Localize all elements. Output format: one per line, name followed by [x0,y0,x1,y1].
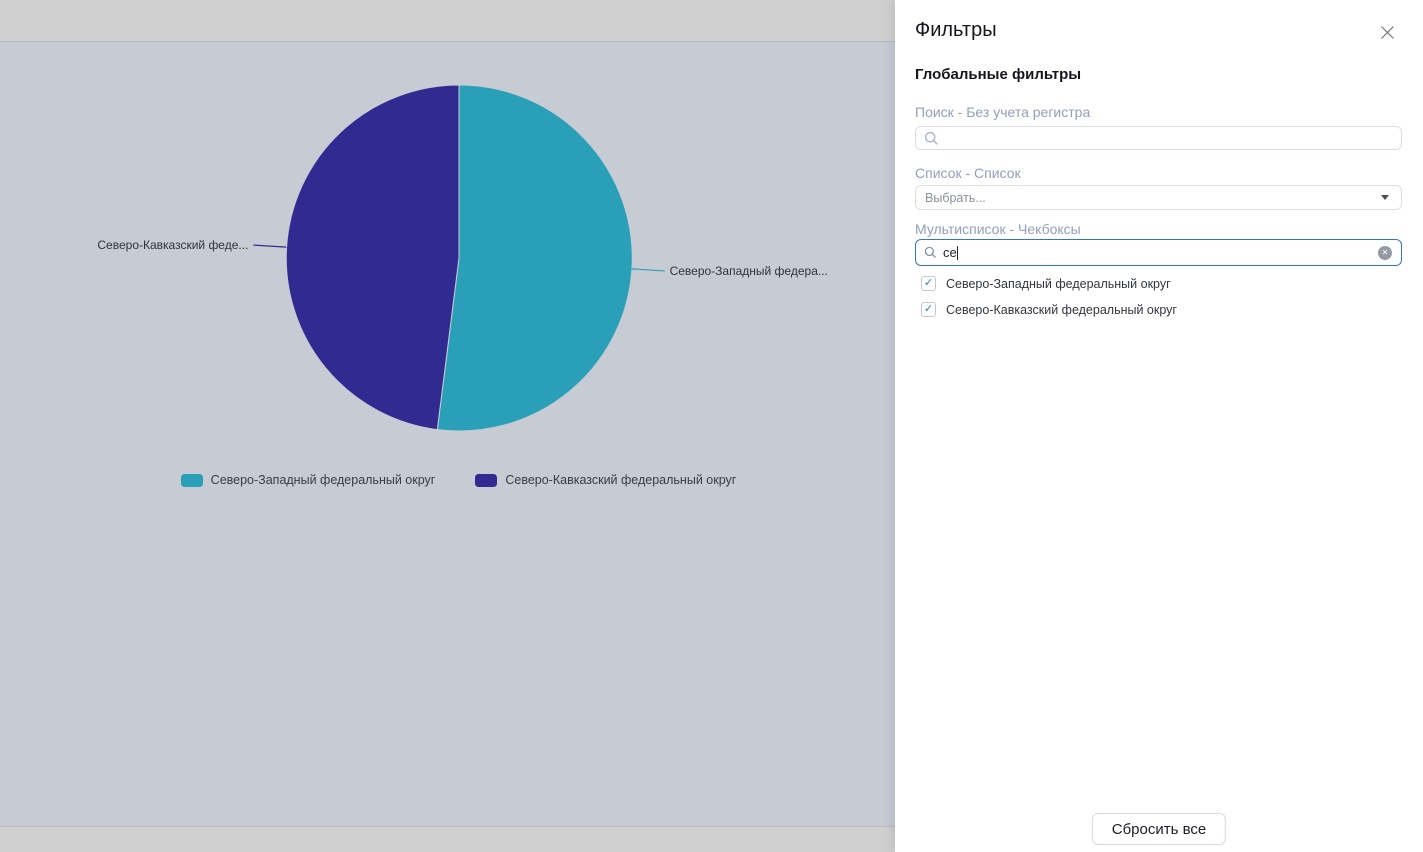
pie-chart[interactable]: Северо-Западный федера... Северо-Кавказск… [0,42,895,826]
multiselect-search-input[interactable]: се ✕ [915,239,1402,266]
filters-panel: Фильтры Глобальные фильтры Поиск - Без у… [895,0,1423,852]
panel-title: Фильтры [915,19,997,42]
checkbox: ✓ [921,276,936,291]
legend-item[interactable]: Северо-Западный федеральный округ [181,473,436,487]
checkbox-label: Северо-Кавказский федеральный округ [946,303,1177,317]
chart-legend: Северо-Западный федеральный округ Северо… [11,473,906,487]
select-placeholder: Выбрать... [925,191,1381,205]
filter-label-search: Поиск - Без учета регистра [915,104,1090,120]
close-icon[interactable] [1378,23,1396,41]
clear-icon[interactable]: ✕ [1378,246,1392,260]
search-input[interactable] [915,126,1402,150]
legend-swatch [181,474,203,487]
check-icon: ✓ [924,278,933,289]
legend-swatch [475,474,497,487]
checkbox-option-north-caucasus[interactable]: ✓ Северо-Кавказский федеральный округ [921,302,1177,317]
multiselect-search-value: се [943,245,957,260]
text-cursor [957,246,958,260]
checkbox-label: Северо-Западный федеральный округ [946,277,1171,291]
legend-label: Северо-Западный федеральный округ [211,473,436,487]
pie-chart-widget: Северо-Западный федера... Северо-Кавказск… [0,41,895,827]
legend-label: Северо-Кавказский федеральный округ [505,473,736,487]
dashboard-canvas: Северо-Западный федера... Северо-Кавказск… [0,0,895,852]
filter-label-multiselect: Мультисписок - Чекбоксы [915,221,1081,237]
legend-item[interactable]: Северо-Кавказский федеральный округ [475,473,736,487]
checkbox-option-north-west[interactable]: ✓ Северо-Западный федеральный округ [921,276,1171,291]
list-select[interactable]: Выбрать... [915,185,1402,210]
section-title: Глобальные фильтры [915,66,1081,83]
chevron-down-icon [1381,195,1389,200]
check-icon: ✓ [924,304,933,315]
pie-slice-callout-label: Северо-Западный федера... [670,264,828,278]
filter-label-list: Список - Список [915,165,1021,181]
checkbox: ✓ [921,302,936,317]
search-icon [924,246,937,259]
search-icon [924,131,939,146]
pie-slice-callout-label: Северо-Кавказский феде... [97,238,248,252]
reset-all-button[interactable]: Сбросить все [1092,813,1226,845]
